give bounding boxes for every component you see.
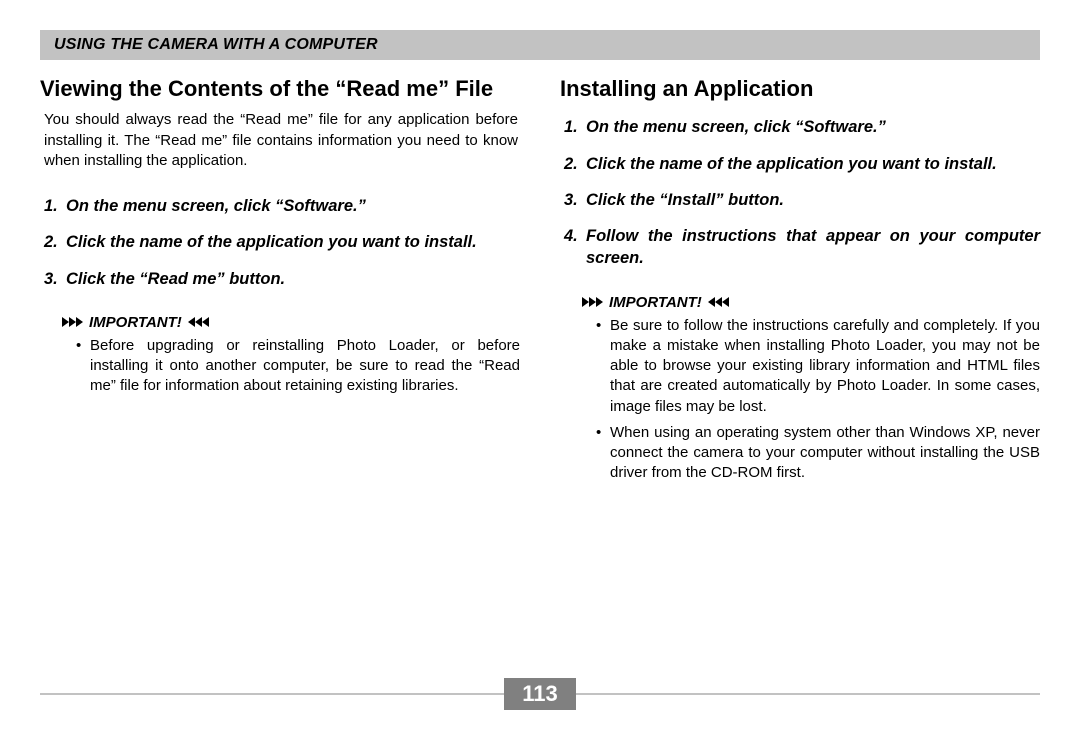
right-step-3: 3. Click the “Install” button.	[564, 189, 1040, 211]
important-item: Be sure to follow the instructions caref…	[610, 316, 1040, 417]
triangle-right-icon	[589, 297, 596, 307]
step-number: 1.	[44, 195, 66, 217]
step-number: 2.	[564, 153, 586, 175]
left-intro-paragraph: You should always read the “Read me” fil…	[40, 110, 520, 171]
step-number: 4.	[564, 225, 586, 270]
left-column: Viewing the Contents of the “Read me” Fi…	[40, 70, 520, 490]
footer-line-left	[40, 693, 504, 695]
triangle-left-icon	[195, 317, 202, 327]
triangle-left-icon	[202, 317, 209, 327]
left-step-2: 2. Click the name of the application you…	[44, 231, 520, 253]
manual-page: USING THE CAMERA WITH A COMPUTER Viewing…	[0, 0, 1080, 730]
page-footer: 113	[40, 678, 1040, 710]
right-column: Installing an Application 1. On the menu…	[560, 70, 1040, 490]
step-text: Click the name of the application you wa…	[66, 231, 520, 253]
step-number: 2.	[44, 231, 66, 253]
right-heading: Installing an Application	[560, 76, 1040, 102]
step-text: Follow the instructions that appear on y…	[586, 225, 1040, 270]
triangle-right-icon	[76, 317, 83, 327]
important-label-text: IMPORTANT!	[89, 314, 182, 331]
step-number: 3.	[564, 189, 586, 211]
left-step-1: 1. On the menu screen, click “Software.”	[44, 195, 520, 217]
step-text: Click the “Read me” button.	[66, 268, 520, 290]
important-label: IMPORTANT!	[582, 294, 1040, 311]
triangle-left-icon	[722, 297, 729, 307]
triangle-left-icon	[188, 317, 195, 327]
right-steps: 1. On the menu screen, click “Software.”…	[560, 116, 1040, 269]
right-step-1: 1. On the menu screen, click “Software.”	[564, 116, 1040, 138]
step-text: On the menu screen, click “Software.”	[66, 195, 520, 217]
right-step-2: 2. Click the name of the application you…	[564, 153, 1040, 175]
triangle-left-icon	[708, 297, 715, 307]
section-header-text: USING THE CAMERA WITH A COMPUTER	[54, 36, 378, 53]
important-item: Before upgrading or reinstalling Photo L…	[90, 336, 520, 397]
step-text: Click the name of the application you wa…	[586, 153, 1040, 175]
triangle-left-icon	[715, 297, 722, 307]
page-number: 113	[504, 678, 576, 710]
triangle-right-icon	[596, 297, 603, 307]
triangle-right-icon	[69, 317, 76, 327]
triangle-right-icon	[62, 317, 69, 327]
step-text: Click the “Install” button.	[586, 189, 1040, 211]
important-label-text: IMPORTANT!	[609, 294, 702, 311]
left-heading: Viewing the Contents of the “Read me” Fi…	[40, 76, 520, 102]
important-label: IMPORTANT!	[62, 314, 520, 331]
right-important-block: IMPORTANT! Be sure to follow the instruc…	[560, 294, 1040, 484]
section-header-bar: USING THE CAMERA WITH A COMPUTER	[40, 30, 1040, 60]
left-step-3: 3. Click the “Read me” button.	[44, 268, 520, 290]
left-important-block: IMPORTANT! Before upgrading or reinstall…	[40, 314, 520, 397]
step-text: On the menu screen, click “Software.”	[586, 116, 1040, 138]
footer-line-right	[576, 693, 1040, 695]
right-step-4: 4. Follow the instructions that appear o…	[564, 225, 1040, 270]
content-columns: Viewing the Contents of the “Read me” Fi…	[40, 70, 1040, 490]
left-important-list: Before upgrading or reinstalling Photo L…	[62, 336, 520, 397]
left-steps: 1. On the menu screen, click “Software.”…	[40, 195, 520, 290]
step-number: 1.	[564, 116, 586, 138]
step-number: 3.	[44, 268, 66, 290]
important-item: When using an operating system other tha…	[610, 423, 1040, 484]
right-important-list: Be sure to follow the instructions caref…	[582, 316, 1040, 484]
triangle-right-icon	[582, 297, 589, 307]
